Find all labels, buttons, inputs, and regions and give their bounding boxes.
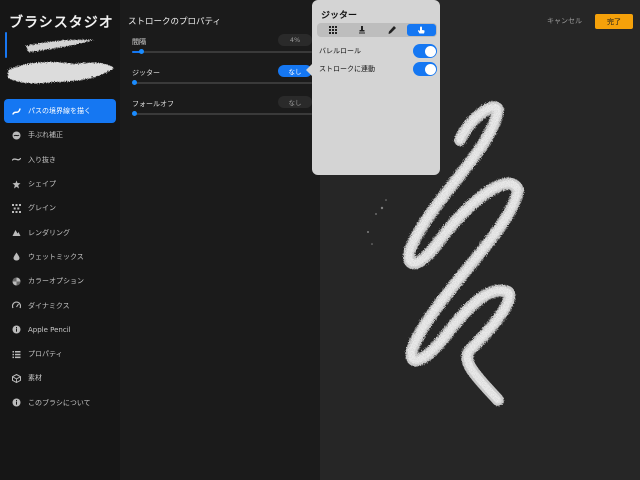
sidebar-item-stroke-path[interactable]: パスの境界線を描く [4, 99, 116, 124]
popover-title: ジッター [321, 11, 358, 21]
grain-icon [12, 203, 21, 213]
sidebar-item-materials[interactable]: 素材 [4, 366, 116, 390]
cancel-button[interactable]: キャンセル [547, 16, 582, 26]
spacing-setting: 間隔 4% [132, 34, 312, 54]
barrel-roll-toggle[interactable] [413, 44, 437, 58]
brush-studio-title: ブラシスタジオ [9, 15, 114, 31]
sidebar-item-grain[interactable]: グレイン [4, 196, 116, 220]
sidebar-nav: パスの境界線を描く 手ぶれ補正入り抜きシェイプグレインレンダリングウェットミックス… [4, 99, 116, 415]
falloff-value[interactable]: なし [278, 96, 312, 108]
link-to-stroke-row: ストロークに連動 [319, 61, 437, 77]
brush-preview[interactable] [4, 30, 116, 90]
spacing-slider-thumb[interactable] [138, 49, 144, 54]
sidebar-item-label: 入り抜き [28, 155, 56, 164]
pencil-icon[interactable] [377, 24, 407, 36]
sidebar-item-dynamics[interactable]: ダイナミクス [4, 293, 116, 317]
sidebar-item-rendering[interactable]: レンダリング [4, 220, 116, 244]
sidebar-item-label: 素材 [28, 374, 42, 383]
barrel-roll-label: バレルロール [319, 47, 361, 55]
jitter-popover: ジッター バレルロール ストロークに連動 [312, 0, 440, 175]
stroke-properties-panel: ストロークのプロパティ 間隔 4% ジッター なし フォールオフ なし [120, 0, 320, 480]
link-to-stroke-label: ストロークに連動 [319, 65, 375, 73]
stamp-icon[interactable] [348, 24, 378, 36]
sidebar-item-label: グレイン [28, 204, 56, 213]
jitter-slider[interactable] [132, 80, 312, 85]
sidebar-item-color-options[interactable]: カラーオプション [4, 269, 116, 293]
sidebar: ブラシスタジオ パスの境界線を描く 手ぶれ補正入り抜きシェイプグレインレンダリング… [0, 0, 120, 480]
stabilization-icon [12, 131, 21, 140]
materials-icon [12, 373, 21, 383]
sidebar-item-stabilization[interactable]: 手ぶれ補正 [4, 123, 116, 147]
sidebar-item-wet-mix[interactable]: ウェットミックス [4, 245, 116, 269]
panel-title: ストロークのプロパティ [128, 17, 221, 27]
taper-icon [12, 155, 21, 164]
sidebar-item-about[interactable]: このブラシについて [4, 391, 116, 415]
jitter-setting: ジッター なし [132, 65, 312, 85]
done-button[interactable]: 完了 [595, 14, 633, 29]
sidebar-item-label: カラーオプション [28, 277, 84, 286]
spacing-value[interactable]: 4% [278, 34, 312, 46]
falloff-slider[interactable] [132, 111, 312, 116]
falloff-slider-thumb[interactable] [132, 111, 137, 116]
barrel-roll-row: バレルロール [319, 43, 437, 59]
falloff-setting: フォールオフ なし [132, 96, 312, 116]
sidebar-item-taper[interactable]: 入り抜き [4, 148, 116, 172]
link-to-stroke-toggle[interactable] [413, 62, 437, 76]
finger-icon[interactable] [406, 24, 436, 36]
jitter-mode-segmented-control [317, 23, 437, 37]
sidebar-item-label: このブラシについて [28, 398, 91, 407]
dynamics-icon [12, 301, 21, 310]
jitter-slider-thumb[interactable] [132, 80, 137, 85]
sidebar-item-shape[interactable]: シェイプ [4, 172, 116, 196]
sidebar-item-label: ウェットミックス [28, 252, 84, 261]
spacing-slider[interactable] [132, 49, 312, 54]
sidebar-item-label: ダイナミクス [28, 301, 70, 310]
stroke-path-icon [12, 107, 21, 116]
sidebar-item-label: パスの境界線を描く [28, 107, 91, 116]
sidebar-item-label: プロパティ [28, 350, 63, 359]
sidebar-item-apple-pencil[interactable]: Apple Pencil [4, 318, 116, 342]
color-options-icon [12, 277, 21, 286]
sidebar-item-label: レンダリング [28, 228, 70, 237]
sidebar-item-label: 手ぶれ補正 [28, 131, 63, 140]
grid-icon[interactable] [318, 24, 348, 36]
rendering-icon [12, 228, 21, 237]
wet-mix-icon [12, 252, 21, 261]
sidebar-item-label: シェイプ [28, 180, 56, 189]
shape-icon [12, 180, 21, 189]
sidebar-item-properties[interactable]: プロパティ [4, 342, 116, 366]
about-icon [12, 398, 21, 407]
apple-pencil-icon [12, 325, 21, 334]
properties-icon [12, 350, 21, 359]
sidebar-item-label: Apple Pencil [28, 325, 71, 334]
